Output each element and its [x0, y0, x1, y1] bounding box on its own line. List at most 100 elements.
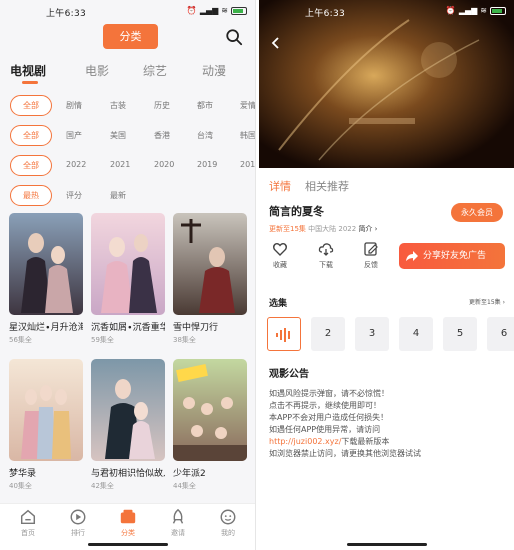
tab-details[interactable]: 详情 — [269, 178, 291, 194]
battery-icon — [490, 6, 506, 15]
tab-tv-series[interactable]: 电视剧 — [10, 62, 46, 79]
poster-image — [91, 359, 165, 461]
poster-image — [91, 213, 165, 315]
filter-option[interactable]: 2022 — [66, 160, 86, 169]
filter-option[interactable]: 2020 — [154, 160, 174, 169]
feedback-button[interactable]: 反馈 — [356, 241, 386, 270]
episode-button[interactable]: 6 — [487, 317, 514, 351]
signal-icon: ▂▄▆ — [199, 6, 219, 15]
nav-rank[interactable]: 排行 — [58, 508, 98, 538]
vip-button[interactable]: 永久会员 — [451, 203, 503, 222]
nav-label: 邀请 — [171, 529, 185, 537]
status-icons: ⏰ ▂▄▆ ≋ — [187, 6, 247, 15]
share-arrow-icon — [406, 251, 418, 261]
filter-option[interactable]: 都市 — [197, 100, 213, 111]
filter-row-genre: 全部 剧情 古装 历史 都市 爱情 — [0, 92, 255, 122]
card-title: 少年派2 — [173, 469, 206, 479]
type-tabs: 电视剧 电影 综艺 动漫 — [0, 58, 255, 84]
filter-option[interactable]: 国产 — [66, 130, 82, 141]
filter-row-region: 全部 国产 美国 香港 台湾 韩国 — [0, 122, 255, 152]
episode-button[interactable]: 2 — [311, 317, 345, 351]
home-indicator — [347, 543, 427, 546]
favorite-button[interactable]: 收藏 — [265, 241, 295, 270]
notice-title: 观影公告 — [269, 369, 309, 380]
episode-more-link[interactable]: 更新至15集 › — [469, 297, 505, 306]
filter-option[interactable]: 最新 — [110, 190, 126, 201]
content-card[interactable]: 雪中悍刀行 38集全 — [173, 213, 247, 345]
card-title: 星汉灿烂∙月升沧海 — [9, 323, 83, 333]
content-card[interactable]: 梦华录 40集全 — [9, 359, 83, 491]
filter-chip-region[interactable]: 全部 — [10, 125, 52, 146]
heart-icon — [273, 243, 287, 256]
status-icons: ⏰ ▂▄▆ ≋ — [446, 6, 506, 15]
filter-option[interactable]: 韩国 — [240, 130, 255, 141]
nav-category[interactable]: 分类 — [108, 508, 148, 538]
back-icon[interactable] — [269, 36, 283, 50]
episode-button[interactable]: 5 — [443, 317, 477, 351]
episode-button[interactable]: 4 — [399, 317, 433, 351]
wifi-icon: ≋ — [221, 6, 228, 15]
filter-row-sort: 最热 评分 最新 — [0, 182, 255, 212]
tab-anime[interactable]: 动漫 — [202, 62, 226, 79]
filter-option[interactable]: 2021 — [110, 160, 130, 169]
action-bar: 收藏 下载 反馈 分享好友免广告 — [259, 241, 514, 275]
filter-option[interactable]: 历史 — [154, 100, 170, 111]
action-label: 反馈 — [364, 261, 378, 269]
nav-invite[interactable]: 邀请 — [158, 508, 198, 538]
nav-label: 排行 — [71, 529, 85, 537]
nav-home[interactable]: 首页 — [8, 508, 48, 538]
alarm-icon: ⏰ — [186, 6, 197, 15]
notice-line: http://juzi002.xyz/下载最新版本 — [269, 436, 509, 448]
filter-option[interactable]: 2018 — [240, 160, 255, 169]
filter-chip-year[interactable]: 全部 — [10, 155, 52, 176]
home-indicator — [88, 543, 168, 546]
content-card[interactable]: 星汉灿烂∙月升沧海 56集全 — [9, 213, 83, 345]
tab-movie[interactable]: 电影 — [85, 62, 109, 79]
category-screen: 上午6:33 ⏰ ▂▄▆ ≋ 分类 电视剧 电影 综艺 动漫 全部 剧情 古装 … — [0, 0, 256, 550]
filter-option[interactable]: 2019 — [197, 160, 217, 169]
episode-button[interactable]: 3 — [355, 317, 389, 351]
content-card[interactable]: 少年派2 44集全 — [173, 359, 247, 491]
card-episode-count: 42集全 — [91, 482, 114, 490]
filter-option[interactable]: 剧情 — [66, 100, 82, 111]
poster-image — [173, 359, 247, 461]
poster-image — [9, 359, 83, 461]
filter-option[interactable]: 香港 — [154, 130, 170, 141]
card-episode-count: 40集全 — [9, 482, 32, 490]
card-title: 沉香如屑∙沉香重华 — [91, 323, 165, 333]
category-icon — [120, 509, 136, 524]
notice-line: 如遇风险提示弹窗，请不必惊慌！ — [269, 389, 389, 398]
status-time: 上午6:33 — [305, 9, 346, 19]
rank-icon — [70, 509, 86, 525]
filter-chip-sort[interactable]: 最热 — [10, 185, 52, 206]
download-button[interactable]: 下载 — [311, 241, 341, 270]
filter-option[interactable]: 美国 — [110, 130, 126, 141]
intro-link[interactable]: 简介 › — [358, 225, 377, 233]
video-player[interactable]: 上午6:33 ⏰ ▂▄▆ ≋ — [259, 0, 514, 168]
notice-line: 如浏览器禁止访问，请更换其他浏览器试试 — [269, 449, 421, 458]
tab-related[interactable]: 相关推荐 — [305, 178, 349, 194]
content-card[interactable]: 沉香如屑∙沉香重华 59集全 — [91, 213, 165, 345]
tab-variety[interactable]: 综艺 — [143, 62, 167, 79]
rocket-icon — [172, 508, 184, 524]
notice-line: 如遇任何APP使用异常，请访问 — [269, 425, 381, 434]
playing-bars-icon — [276, 328, 290, 342]
filter-option[interactable]: 古装 — [110, 100, 126, 111]
episode-playing[interactable] — [267, 317, 301, 351]
share-button[interactable]: 分享好友免广告 — [399, 243, 505, 269]
content-card[interactable]: 与君初相识恰似故人归 42集全 — [91, 359, 165, 491]
edit-note-icon — [364, 242, 378, 256]
filter-chip-genre[interactable]: 全部 — [10, 95, 52, 116]
nav-profile[interactable]: 我的 — [208, 508, 248, 538]
poster-image — [9, 213, 83, 315]
nav-label: 分类 — [121, 529, 135, 537]
filter-option[interactable]: 台湾 — [197, 130, 213, 141]
update-status: 更新至15集 — [269, 225, 306, 233]
download-link[interactable]: http://juzi002.xyz/ — [269, 437, 341, 446]
filter-option[interactable]: 爱情 — [240, 100, 255, 111]
status-bar: 上午6:33 ⏰ ▂▄▆ ≋ — [0, 0, 255, 24]
search-icon[interactable] — [225, 28, 243, 46]
notice-link-suffix: 下载最新版本 — [341, 437, 390, 446]
card-episode-count: 38集全 — [173, 336, 196, 344]
filter-option[interactable]: 评分 — [66, 190, 82, 201]
